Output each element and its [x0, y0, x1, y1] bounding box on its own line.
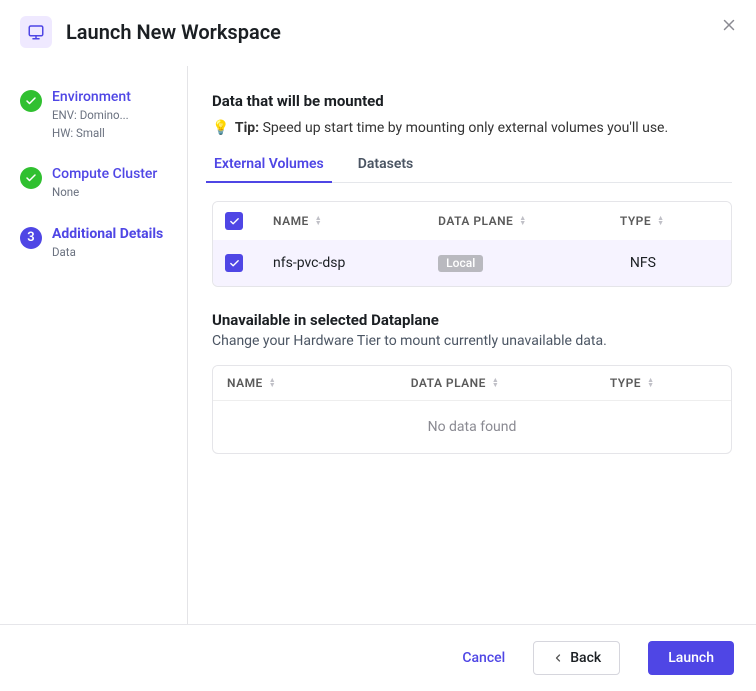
- back-button[interactable]: Back: [533, 641, 620, 675]
- section-heading: Data that will be mounted: [212, 92, 732, 110]
- step-subtitle: None: [52, 185, 157, 201]
- check-icon: [20, 167, 42, 189]
- sort-icon: ▲▼: [315, 216, 322, 226]
- col-dataplane[interactable]: DATA PLANE ▲▼: [411, 376, 610, 390]
- tab-external-volumes[interactable]: External Volumes: [212, 150, 326, 182]
- dataplane-badge: Local: [438, 255, 483, 272]
- step-title: Compute Cluster: [52, 165, 157, 183]
- volume-type: NFS: [620, 255, 719, 271]
- volumes-table: NAME ▲▼ DATA PLANE ▲▼ TYPE ▲▼: [212, 201, 732, 287]
- tab-datasets[interactable]: Datasets: [356, 150, 416, 182]
- main-panel: Data that will be mounted 💡 Tip: Speed u…: [188, 66, 756, 624]
- unavailable-table: NAME ▲▼ DATA PLANE ▲▼ TYPE ▲▼ No data fo…: [212, 365, 732, 454]
- volume-name: nfs-pvc-dsp: [273, 255, 438, 271]
- launch-button[interactable]: Launch: [648, 641, 734, 675]
- wizard-sidebar: Environment ENV: Domino... HW: Small Com…: [0, 66, 188, 624]
- volume-dataplane: Local: [438, 255, 620, 272]
- tip-text: 💡 Tip: Speed up start time by mounting o…: [212, 120, 732, 136]
- modal-title: Launch New Workspace: [66, 20, 281, 44]
- sort-icon: ▲▼: [519, 216, 526, 226]
- step-number-icon: 3: [20, 227, 42, 249]
- table-header: NAME ▲▼ DATA PLANE ▲▼ TYPE ▲▼: [213, 202, 731, 240]
- col-type[interactable]: TYPE ▲▼: [620, 214, 719, 228]
- check-icon: [20, 90, 42, 112]
- step-subtitle: Data: [52, 245, 163, 261]
- chevron-left-icon: [552, 652, 564, 664]
- step-title: Environment: [52, 88, 131, 106]
- workspace-icon: [20, 16, 52, 48]
- step-compute-cluster[interactable]: Compute Cluster None: [20, 165, 175, 201]
- unavailable-heading: Unavailable in selected Dataplane: [212, 311, 732, 329]
- close-icon[interactable]: [720, 16, 738, 38]
- sort-icon: ▲▼: [647, 378, 654, 388]
- table-row: nfs-pvc-dsp Local NFS: [213, 240, 731, 286]
- sort-icon: ▲▼: [492, 378, 499, 388]
- step-environment[interactable]: Environment ENV: Domino... HW: Small: [20, 88, 175, 141]
- table-header: NAME ▲▼ DATA PLANE ▲▼ TYPE ▲▼: [213, 366, 731, 400]
- step-subtitle: HW: Small: [52, 126, 131, 142]
- sort-icon: ▲▼: [269, 378, 276, 388]
- col-type[interactable]: TYPE ▲▼: [610, 376, 717, 390]
- sort-icon: ▲▼: [657, 216, 664, 226]
- cancel-button[interactable]: Cancel: [462, 650, 505, 666]
- lightbulb-icon: 💡: [212, 120, 229, 136]
- tabs: External Volumes Datasets: [212, 150, 732, 183]
- unavailable-subtitle: Change your Hardware Tier to mount curre…: [212, 333, 732, 349]
- step-additional-details[interactable]: 3 Additional Details Data: [20, 225, 175, 261]
- modal-footer: Cancel Back Launch: [0, 624, 756, 691]
- col-dataplane[interactable]: DATA PLANE ▲▼: [438, 214, 620, 228]
- select-all-checkbox[interactable]: [225, 212, 243, 230]
- step-subtitle: ENV: Domino...: [52, 108, 131, 124]
- row-checkbox[interactable]: [225, 254, 243, 272]
- col-name[interactable]: NAME ▲▼: [227, 376, 411, 390]
- col-name[interactable]: NAME ▲▼: [273, 214, 438, 228]
- modal-header: Launch New Workspace: [0, 0, 756, 66]
- empty-state: No data found: [213, 400, 731, 453]
- step-title: Additional Details: [52, 225, 163, 243]
